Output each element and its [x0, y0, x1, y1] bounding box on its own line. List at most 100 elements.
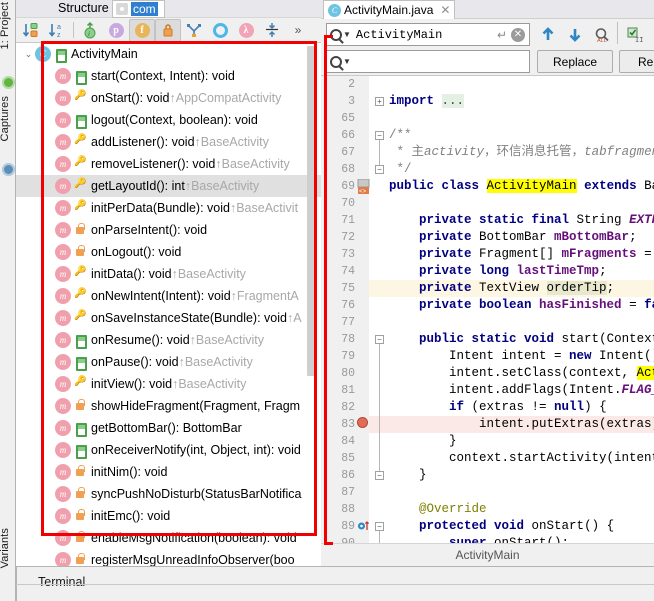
replace-input[interactable]: ▼	[326, 50, 530, 73]
breakpoint-icon[interactable]	[357, 417, 371, 432]
tree-node-method[interactable]: m onParseIntent(): void	[16, 219, 321, 241]
fold-collapse-icon[interactable]: −	[375, 165, 384, 174]
tree-node-method[interactable]: m initView(): void ↑BaseActivity	[16, 373, 321, 395]
stripe-item-variants[interactable]: Variants	[0, 528, 11, 568]
implementing-class-icon[interactable]: <>	[357, 178, 371, 195]
fold-collapse-icon[interactable]: −	[375, 131, 384, 140]
code-line[interactable]: 79 Intent intent = new Intent();	[321, 348, 654, 365]
code-line[interactable]: 76 private boolean hasFinished = fals	[321, 297, 654, 314]
chevron-down-icon-replace[interactable]: ▼	[343, 57, 351, 66]
tree-node-method[interactable]: m removeListener(): void ↑BaseActivity	[16, 153, 321, 175]
code-line[interactable]: 83 intent.putExtras(extras);	[321, 416, 654, 433]
tree-node-method[interactable]: m initEmc(): void	[16, 505, 321, 527]
stripe-item-captures[interactable]: Captures	[0, 96, 11, 141]
code-line[interactable]: 82 if (extras != null) {	[321, 399, 654, 416]
code-line[interactable]: 90 super.onStart();	[321, 535, 654, 543]
svg-text:z: z	[57, 32, 61, 39]
close-icon[interactable]: ✕	[440, 3, 450, 17]
code-line[interactable]: 80 intent.setClass(context, Activ	[321, 365, 654, 382]
code-line[interactable]: 88 @Override	[321, 501, 654, 518]
code-line[interactable]: 66 −/**	[321, 127, 654, 144]
fold-collapse-icon[interactable]: −	[375, 471, 384, 480]
select-all-occurrences-icon[interactable]: II	[624, 24, 646, 45]
tree-node-method[interactable]: m onResume(): void ↑BaseActivity	[16, 329, 321, 351]
code-line[interactable]: 81 intent.addFlags(Intent.FLAG_AC	[321, 382, 654, 399]
clear-icon[interactable]: ✕	[511, 27, 525, 42]
inherited-icon[interactable]: i	[77, 19, 103, 42]
sort-alpha-icon[interactable]: a z	[44, 19, 70, 42]
method-icon: m	[55, 464, 71, 480]
structure-tree[interactable]: ⌄ C ActivityMain m start(Context, Intent): v…	[16, 43, 321, 566]
code-line[interactable]: 84 }	[321, 433, 654, 450]
code-line[interactable]: 67 * 主activity，环信消息托管，tabfragment	[321, 144, 654, 161]
stripe-item-project[interactable]: 1: Project	[0, 2, 11, 49]
editor-tab-activitymain[interactable]: C ActivityMain.java ✕	[323, 0, 456, 19]
lambda-icon[interactable]: λ	[233, 19, 259, 42]
tree-node-method[interactable]: m start(Context, Intent): void	[16, 65, 321, 87]
code-line[interactable]: 85 context.startActivity(intent);	[321, 450, 654, 467]
code-line[interactable]: 71 private static final String EXTRA_	[321, 212, 654, 229]
tree-node-method[interactable]: m initData(): void ↑BaseActivity	[16, 263, 321, 285]
tree-node-method[interactable]: m onNewIntent(Intent): void ↑FragmentA	[16, 285, 321, 307]
code-editor[interactable]: 2 3 + import ... 65 66−/** 67 * 主activity，环信消息…	[321, 76, 654, 543]
code-line[interactable]: 68 − */	[321, 161, 654, 178]
expand-all-icon[interactable]	[259, 19, 285, 42]
tree-node-method[interactable]: m getLayoutId(): int ↑BaseActivity	[16, 175, 321, 197]
code-line[interactable]: 74 private long lastTimeTmp;	[321, 263, 654, 280]
code-line[interactable]: 72 private BottomBar mBottomBar;	[321, 229, 654, 246]
code-token: Fragment[]	[479, 247, 562, 261]
fields-icon[interactable]: f	[129, 18, 155, 42]
find-next-button[interactable]	[564, 24, 586, 45]
tree-node-method[interactable]: m registerMsgUnreadInfoObserver(boo	[16, 549, 321, 566]
lock-icon[interactable]	[155, 18, 181, 42]
code-line[interactable]: 2	[321, 76, 654, 93]
fold-expand-icon[interactable]: +	[375, 97, 384, 106]
fold-collapse-icon[interactable]: −	[375, 335, 384, 344]
tree-node-method[interactable]: m onReceiverNotify(int, Object, int): voi…	[16, 439, 321, 461]
anonymous-classes-icon[interactable]	[181, 19, 207, 42]
chevron-double-right-icon[interactable]: »	[285, 19, 311, 42]
java-class-icon: C	[328, 3, 341, 17]
code-line[interactable]: 3 + import ...	[321, 93, 654, 110]
code-line[interactable]: 65	[321, 110, 654, 127]
tree-node-method[interactable]: m enableMsgNotification(boolean): void	[16, 527, 321, 549]
tree-node-method[interactable]: m onLogout(): void	[16, 241, 321, 263]
code-line[interactable]: 86 − }	[321, 467, 654, 484]
code-line[interactable]: 73 private Fragment[] mFragments = ne	[321, 246, 654, 263]
code-token: () {	[584, 519, 615, 533]
properties-icon[interactable]: p	[103, 19, 129, 42]
tree-node-method[interactable]: m initNim(): void	[16, 461, 321, 483]
tree-node-method[interactable]: m addListener(): void ↑BaseActivity	[16, 131, 321, 153]
fold-collapse-icon[interactable]: −	[375, 522, 384, 531]
replace-button[interactable]: Replace	[537, 50, 613, 73]
tree-node-class[interactable]: ⌄ C ActivityMain	[16, 43, 321, 65]
code-line[interactable]: 77	[321, 314, 654, 331]
code-line[interactable]: 75 private TextView orderTip;	[321, 280, 654, 297]
chevron-down-icon[interactable]: ▼	[343, 30, 351, 39]
structure-scrollbar[interactable]	[307, 46, 316, 562]
code-line[interactable]: 69 <> public class ActivityMain extends Ba…	[321, 178, 654, 195]
tree-node-method[interactable]: m onPause(): void ↑BaseActivity	[16, 351, 321, 373]
tree-node-method[interactable]: m initPerData(Bundle): void ↑BaseActivit	[16, 197, 321, 219]
tree-node-method[interactable]: m getBottomBar(): BottomBar	[16, 417, 321, 439]
tree-node-method[interactable]: m logout(Context, boolean): void	[16, 109, 321, 131]
code-line[interactable]: 87	[321, 484, 654, 501]
tree-twisty-icon[interactable]: ⌄	[22, 49, 35, 60]
search-input[interactable]: ▼ ActivityMain ↵ ✕	[326, 23, 530, 46]
tree-node-method[interactable]: m onStart(): void ↑AppCompatActivity	[16, 87, 321, 109]
public-modifier-icon	[74, 333, 87, 349]
tree-node-method[interactable]: m showHideFragment(Fragment, Fragm	[16, 395, 321, 417]
code-line[interactable]: 89 − protected void onStart() {	[321, 518, 654, 535]
overriding-method-icon[interactable]	[357, 519, 371, 534]
code-line[interactable]: 70	[321, 195, 654, 212]
sort-visibility-icon[interactable]	[18, 19, 44, 42]
structure-scrollbar-thumb[interactable]	[307, 46, 316, 376]
find-previous-button[interactable]	[537, 24, 559, 45]
find-all-icon[interactable]: ALL	[591, 24, 613, 45]
code-line[interactable]: 78 − public static void start(Context c	[321, 331, 654, 348]
autoscroll-source-icon[interactable]	[207, 19, 233, 42]
replace-all-button[interactable]: Rep	[619, 50, 654, 73]
terminal-tab[interactable]: Terminal	[38, 575, 85, 589]
tree-node-method[interactable]: m syncPushNoDisturb(StatusBarNotifica	[16, 483, 321, 505]
tree-node-method[interactable]: m onSaveInstanceState(Bundle): void ↑A	[16, 307, 321, 329]
